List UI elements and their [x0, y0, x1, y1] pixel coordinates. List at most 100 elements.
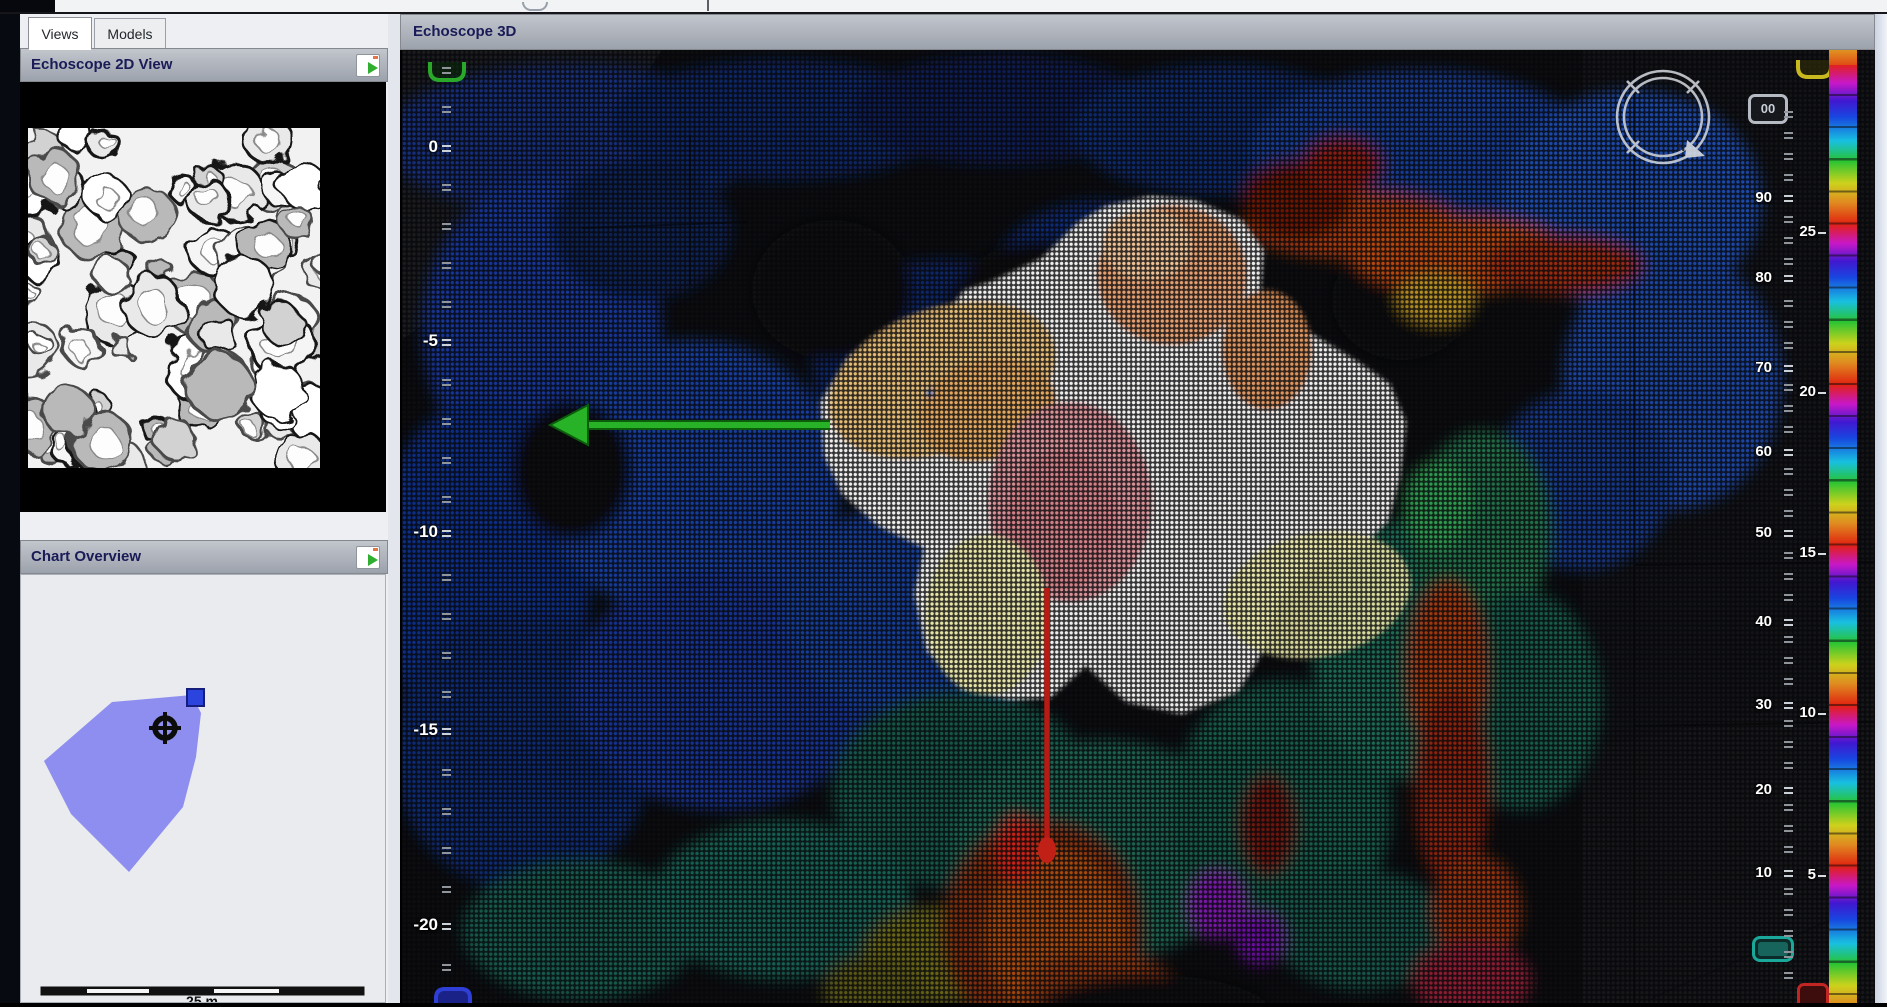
right-inner-axis-major-tick	[1784, 619, 1793, 626]
chart-overview-map[interactable]: 25 m	[20, 574, 386, 1003]
right-inner-axis-major-tick	[1784, 787, 1793, 794]
sidebar: Views Models Echoscope 2D View Chart Ove	[20, 14, 389, 1003]
map-scale-label: 25 m	[186, 993, 218, 1002]
right-inner-axis-minor-tick	[1784, 741, 1793, 748]
right-outer-axis-label: 25	[1786, 223, 1816, 240]
depth-axis-minor-tick	[442, 106, 451, 113]
depth-axis-major-tick	[442, 728, 451, 735]
right-inner-axis-minor-tick	[1784, 636, 1793, 643]
right-inner-axis-minor-tick	[1784, 678, 1793, 685]
depth-axis-minor-tick	[442, 457, 451, 464]
echoscope-2d-title: Echoscope 2D View	[31, 56, 172, 73]
right-inner-axis-label: 30	[1732, 696, 1772, 713]
right-inner-axis-label: 40	[1732, 613, 1772, 630]
right-inner-axis-minor-tick	[1784, 846, 1793, 853]
right-inner-axis-minor-tick	[1784, 909, 1793, 916]
compass-north-label: N	[1678, 143, 1685, 154]
right-inner-axis-major-tick	[1784, 365, 1793, 372]
depth-axis-minor-tick	[442, 262, 451, 269]
sonar-return-highlight	[90, 429, 120, 459]
depth-axis-minor-tick	[442, 886, 451, 893]
depth-axis-minor-tick	[442, 808, 451, 815]
sonar-return-blob	[279, 161, 320, 207]
popout-dot	[373, 548, 378, 551]
right-inner-axis-minor-tick	[1784, 762, 1793, 769]
popout-green-arrow-icon	[368, 554, 378, 566]
sonar-return-highlight	[98, 190, 119, 211]
chart-overview-title: Chart Overview	[31, 548, 141, 565]
echoscope-3d-title: Echoscope 3D	[413, 23, 516, 40]
sonar-return-highlight	[198, 188, 219, 209]
depth-axis-minor-tick	[442, 574, 451, 581]
depth-axis-minor-tick	[442, 652, 451, 659]
right-inner-axis-major-tick	[1784, 530, 1793, 537]
sidebar-tabrow: Views Models	[20, 16, 388, 50]
sonar-footprint-polygon	[44, 695, 201, 872]
sonar-return-blob	[260, 302, 300, 342]
sonar-return-highlight	[289, 210, 305, 226]
depth-axis-minor-tick	[442, 847, 451, 854]
right-inner-axis-label: 50	[1732, 524, 1772, 541]
depth-axis-major-tick	[442, 145, 451, 152]
panel-splitter[interactable]	[388, 14, 400, 1003]
right-inner-axis-minor-tick	[1784, 342, 1793, 349]
sonar-return-highlight	[42, 164, 68, 190]
right-inner-axis-minor-tick	[1784, 930, 1793, 937]
echoscope-2d-view[interactable]	[20, 82, 386, 512]
app-window: { "sidebar": { "tabs": [ {"label": "View…	[0, 0, 1887, 1003]
sonar-return-highlight	[56, 438, 70, 452]
sonar-return-highlight	[290, 448, 316, 468]
right-inner-axis-minor-tick	[1784, 720, 1793, 727]
right-inner-axis-major-tick	[1784, 275, 1793, 282]
sonar-return-blob	[187, 353, 253, 419]
depth-drop-line	[1038, 588, 1056, 863]
sonar-return-highlight	[35, 343, 46, 354]
sidebar-gap	[20, 512, 386, 540]
toolbar-grip[interactable]	[522, 2, 548, 11]
depth-axis-minor-tick	[442, 379, 451, 386]
sonar-return-highlight	[256, 128, 280, 152]
sonar-return-blob	[214, 256, 274, 316]
overlay-layer: N	[402, 50, 1875, 1003]
right-inner-axis-minor-tick	[1784, 132, 1793, 139]
popout-window-icon[interactable]	[356, 54, 380, 77]
sonar-return-highlight	[131, 199, 159, 227]
teal-battery-icon	[1752, 936, 1794, 962]
left-rail	[0, 14, 20, 1003]
depth-axis-minor-tick	[442, 769, 451, 776]
popout-window-icon[interactable]	[356, 546, 380, 569]
right-inner-axis-minor-tick	[1784, 174, 1793, 181]
sonar-return-highlight	[244, 422, 257, 435]
sonar-return-highlight	[253, 232, 278, 257]
top-toolbar-strip	[0, 0, 1887, 14]
right-inner-axis-minor-tick	[1784, 153, 1793, 160]
counter-badge: 00	[1748, 94, 1788, 124]
depth-axis-label: -10	[404, 522, 438, 542]
tab-views[interactable]: Views	[28, 17, 92, 50]
right-inner-axis-minor-tick	[1784, 825, 1793, 832]
right-inner-axis-minor-tick	[1784, 657, 1793, 664]
right-outer-axis-label: 5	[1786, 866, 1816, 883]
echoscope-3d-view[interactable]: N 00 0-5-10-15-2090807060504030201025201…	[402, 50, 1875, 1003]
right-outer-axis	[1818, 875, 1826, 877]
depth-axis-label: -5	[404, 331, 438, 351]
right-inner-axis-minor-tick	[1784, 573, 1793, 580]
depth-axis-major-tick	[442, 530, 451, 537]
sonar-return-blob	[43, 386, 93, 436]
right-outer-axis	[1818, 553, 1826, 555]
right-outer-axis-label: 20	[1786, 383, 1816, 400]
right-inner-axis-minor-tick	[1784, 972, 1793, 979]
popout-green-arrow-icon	[368, 62, 378, 74]
depth-axis-minor-tick	[442, 223, 451, 230]
popout-dot	[373, 56, 378, 59]
sonar-return-highlight	[98, 133, 113, 148]
top-corner	[0, 0, 55, 12]
right-outer-axis	[1818, 392, 1826, 394]
sonar-return-highlight	[35, 245, 48, 258]
tab-models[interactable]: Models	[94, 18, 166, 48]
sonar-return-highlight	[138, 291, 168, 321]
right-inner-axis-minor-tick	[1784, 405, 1793, 412]
echoscope-3d-header: Echoscope 3D	[400, 14, 1875, 50]
compass-ring-icon[interactable]: N	[1617, 71, 1709, 163]
red-battery-icon	[1797, 983, 1829, 1003]
